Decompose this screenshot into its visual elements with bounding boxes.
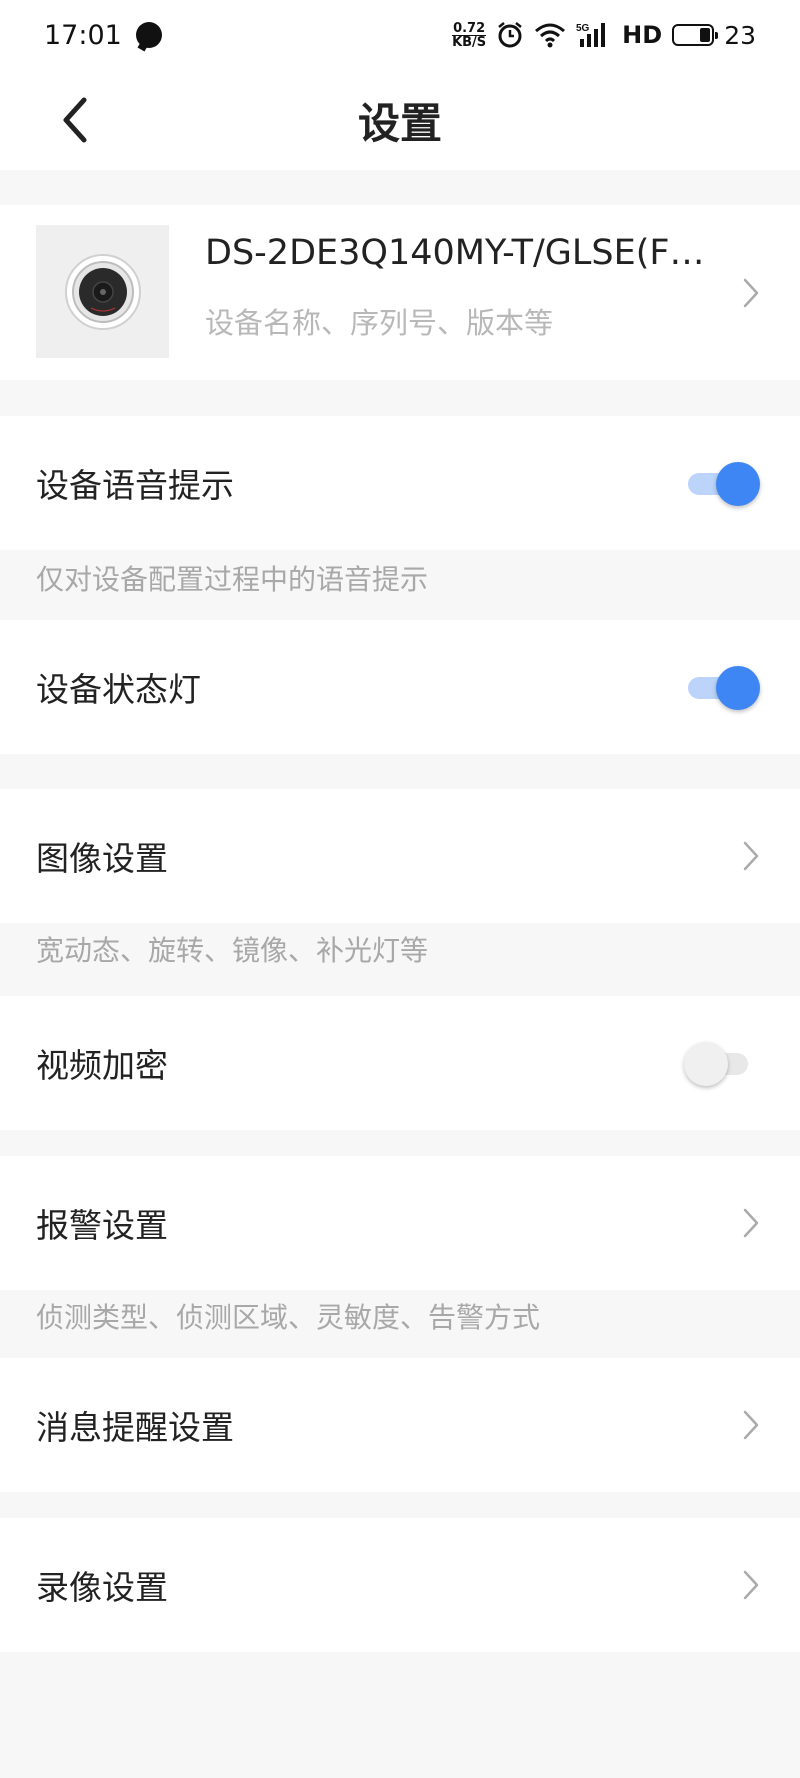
voice-prompt-hint: 仅对设备配置过程中的语音提示 — [36, 563, 429, 596]
status-light-toggle[interactable] — [684, 664, 760, 710]
device-name: DS-2DE3Q140MY-T/GLSE(F8... — [205, 233, 725, 273]
svg-text:5G: 5G — [576, 23, 590, 34]
alarm-settings-hint: 侦测类型、侦测区域、灵敏度、告警方式 — [36, 1301, 541, 1334]
status-left: 17:01 — [44, 20, 162, 51]
camera-lens-icon — [64, 253, 141, 330]
row-recording-settings[interactable]: 录像设置 — [0, 1518, 800, 1652]
alarm-settings-label: 报警设置 — [36, 1206, 168, 1245]
toggle-knob — [716, 462, 760, 506]
cell-signal-icon: 5G — [576, 23, 606, 47]
notification-settings-label: 消息提醒设置 — [36, 1408, 234, 1447]
status-time: 17:01 — [44, 19, 122, 51]
image-settings-hint: 宽动态、旋转、镜像、补光灯等 — [36, 934, 429, 967]
toggle-knob — [716, 666, 760, 710]
chevron-right-icon — [742, 275, 764, 311]
recording-settings-label: 录像设置 — [36, 1568, 168, 1607]
device-thumbnail — [36, 225, 169, 358]
toggle-knob — [684, 1042, 728, 1086]
battery-icon — [672, 24, 719, 46]
row-image-settings[interactable]: 图像设置 — [0, 789, 800, 923]
status-bar: 17:01 0.72 KB/S 5G HD 23 — [0, 0, 800, 70]
voice-prompt-toggle[interactable] — [684, 460, 760, 506]
alarm-icon — [498, 22, 522, 48]
chevron-right-icon — [742, 1205, 764, 1241]
row-video-encrypt: 视频加密 — [0, 996, 800, 1130]
net-speed-unit: KB/S — [452, 34, 487, 50]
net-speed-value: 0.72 — [453, 20, 486, 36]
video-encrypt-label: 视频加密 — [36, 1046, 168, 1085]
video-encrypt-toggle[interactable] — [684, 1040, 760, 1086]
back-button[interactable] — [50, 92, 100, 148]
device-card[interactable]: DS-2DE3Q140MY-T/GLSE(F8... 设备名称、序列号、版本等 — [0, 205, 800, 380]
chevron-right-icon — [742, 1407, 764, 1443]
image-settings-label: 图像设置 — [36, 839, 168, 878]
battery-level: 23 — [724, 20, 756, 50]
status-light-label: 设备状态灯 — [36, 670, 201, 709]
wifi-icon — [535, 23, 566, 48]
device-subtitle: 设备名称、序列号、版本等 — [205, 306, 554, 340]
hd-label: HD — [622, 21, 663, 49]
row-notification-settings[interactable]: 消息提醒设置 — [0, 1358, 800, 1492]
chevron-right-icon — [742, 1567, 764, 1603]
chevron-right-icon — [742, 838, 764, 874]
chevron-left-icon — [63, 97, 87, 143]
row-alarm-settings[interactable]: 报警设置 — [0, 1156, 800, 1290]
message-dot-icon — [135, 22, 162, 48]
header: 设置 — [0, 70, 800, 170]
row-voice-prompt: 设备语音提示 — [0, 416, 800, 550]
net-speed: 0.72 KB/S — [452, 20, 487, 50]
voice-prompt-label: 设备语音提示 — [36, 466, 234, 505]
page-title: 设置 — [357, 98, 442, 148]
row-status-light: 设备状态灯 — [0, 620, 800, 754]
status-right: 0.72 KB/S 5G HD 23 — [452, 21, 756, 50]
